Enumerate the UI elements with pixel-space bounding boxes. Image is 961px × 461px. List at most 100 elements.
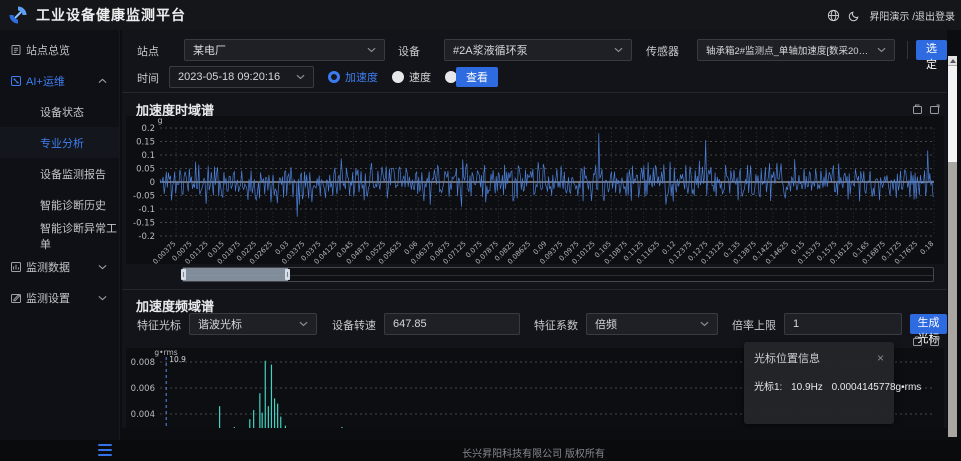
y-tick-label: 0.006 bbox=[131, 384, 155, 394]
sidebar-item-8[interactable]: 监测设置 bbox=[0, 282, 119, 313]
sidebar-item-5[interactable]: 智能诊断历史 bbox=[0, 189, 119, 220]
chevron-up-icon[interactable] bbox=[98, 78, 107, 84]
cursor-entry-value: 0.0004145778g•rms bbox=[832, 382, 922, 393]
restore-icon[interactable] bbox=[912, 336, 923, 347]
close-icon[interactable]: × bbox=[877, 352, 884, 364]
datazoom-selected-range[interactable] bbox=[183, 268, 288, 281]
cursor-entry-freq: 10.9Hz bbox=[791, 382, 823, 393]
chevron-down-icon[interactable] bbox=[98, 295, 107, 301]
analysis-panel: 站点 某电厂 设备 #2A浆液循环泵 传感器 轴承箱2#监测点_单轴加速度[数采… bbox=[122, 30, 947, 428]
device-select-value: #2A浆液循环泵 bbox=[453, 42, 608, 58]
y-tick-label: 0.004 bbox=[131, 410, 155, 420]
y-tick-label: -0.1 bbox=[138, 205, 155, 215]
sidebar-item-label: 设备状态 bbox=[40, 104, 84, 120]
sidebar-item-3[interactable]: 专业分析 bbox=[0, 127, 119, 158]
sidebar-item-2[interactable]: 设备状态 bbox=[0, 96, 119, 127]
sidebar-item-6[interactable]: 智能诊断异常工单 bbox=[0, 220, 119, 251]
time-select[interactable]: 2023-05-18 09:20:16 bbox=[169, 66, 314, 88]
copyright-text: 长兴昇阳科技有限公司 版权所有 bbox=[120, 445, 947, 460]
app-root: 工业设备健康监测平台 昇阳演示 /退出登录 站点总览 AI+运维设备状态专业分析设… bbox=[0, 0, 961, 461]
y-tick-label: 0.05 bbox=[136, 165, 155, 175]
feature-coef-label: 特征系数 bbox=[534, 317, 578, 333]
cursor-info-title: 光标位置信息 bbox=[754, 350, 820, 366]
chart2-toolbox bbox=[912, 336, 940, 347]
sidebar-item-label: 智能诊断历史 bbox=[40, 197, 106, 213]
language-globe-icon[interactable] bbox=[827, 9, 840, 22]
ai-ops-icon bbox=[10, 75, 22, 87]
y-tick-label: -0.05 bbox=[133, 192, 155, 202]
sidebar: 站点总览 AI+运维设备状态专业分析设备监测报告智能诊断历史智能诊断异常工单监测数… bbox=[0, 30, 120, 440]
datazoom-left-handle[interactable] bbox=[181, 269, 186, 280]
chevron-down-icon bbox=[367, 47, 376, 53]
sidebar-item-0[interactable]: 站点总览 bbox=[0, 34, 119, 65]
ratio-limit-label: 倍率上限 bbox=[732, 317, 776, 333]
radio-label-0[interactable]: 加速度 bbox=[345, 69, 378, 85]
demo-account-link[interactable]: 昇阳演示 bbox=[869, 12, 909, 23]
section-divider bbox=[122, 289, 947, 290]
time-select-value: 2023-05-18 09:20:16 bbox=[178, 71, 290, 83]
vertical-scrollbar[interactable] bbox=[948, 56, 957, 437]
generate-cursor-button[interactable]: 生成光标 bbox=[910, 314, 947, 334]
y-tick-label: 0.008 bbox=[131, 358, 155, 368]
monitor-data-icon bbox=[10, 261, 22, 273]
main-content: 站点 某电厂 设备 #2A浆液循环泵 传感器 轴承箱2#监测点_单轴加速度[数采… bbox=[120, 30, 961, 440]
cursor-info-panel: 光标位置信息 × 光标1: 10.9Hz 0.0004145778g•rms bbox=[744, 342, 894, 424]
sidebar-collapse-icon[interactable] bbox=[98, 444, 112, 456]
datazoom-slider[interactable] bbox=[182, 267, 934, 282]
cursor-type-label: 特征光标 bbox=[137, 317, 181, 333]
chevron-down-icon[interactable] bbox=[98, 264, 107, 270]
site-select[interactable]: 某电厂 bbox=[184, 39, 385, 61]
section-divider bbox=[122, 92, 947, 93]
sidebar-item-7[interactable]: 监测数据 bbox=[0, 251, 119, 282]
ratio-limit-input[interactable] bbox=[784, 313, 902, 335]
sidebar-item-label: 设备监测报告 bbox=[40, 166, 106, 182]
monitor-settings-icon bbox=[10, 292, 22, 304]
chevron-down-icon bbox=[700, 321, 709, 327]
y-tick-label: -0.2 bbox=[138, 232, 155, 242]
datazoom-right-handle[interactable] bbox=[285, 269, 290, 280]
save-as-image-icon[interactable] bbox=[929, 104, 940, 115]
device-speed-input[interactable] bbox=[384, 313, 520, 335]
sidebar-item-label: 专业分析 bbox=[40, 135, 84, 151]
restore-icon[interactable] bbox=[912, 104, 923, 115]
cursor-entry-label: 光标1: bbox=[754, 382, 782, 393]
device-select[interactable]: #2A浆液循环泵 bbox=[444, 39, 632, 61]
vertical-scrollbar-thumb[interactable] bbox=[948, 66, 957, 162]
radio-label-1[interactable]: 速度 bbox=[409, 69, 431, 85]
sensor-select-value: 轴承箱2#监测点_单轴加速度[数采20221031001_channel_1] bbox=[706, 43, 871, 57]
site-label: 站点 bbox=[137, 43, 159, 59]
time-label: 时间 bbox=[137, 70, 159, 86]
sidebar-item-1[interactable]: AI+运维 bbox=[0, 65, 119, 96]
save-as-image-icon[interactable] bbox=[929, 336, 940, 347]
feature-coef-value: 倍频 bbox=[595, 316, 694, 332]
datazoom-track-line bbox=[183, 275, 933, 276]
radio-1[interactable] bbox=[392, 71, 404, 83]
feature-coef-select[interactable]: 倍频 bbox=[586, 313, 718, 335]
x-tick-label: 0.18 bbox=[919, 240, 936, 257]
overview-icon bbox=[10, 44, 22, 56]
sensor-select[interactable]: 轴承箱2#监测点_单轴加速度[数采20221031001_channel_1] bbox=[697, 39, 895, 61]
app-header: 工业设备健康监测平台 昇阳演示 /退出登录 bbox=[0, 0, 961, 30]
y-tick-label: 0.15 bbox=[136, 138, 155, 148]
time-domain-chart[interactable]: 0.003750.00750.011250.0150.018750.02250.… bbox=[126, 116, 944, 264]
radio-0-selected[interactable] bbox=[328, 71, 340, 83]
logout-link[interactable]: /退出登录 bbox=[912, 12, 955, 23]
confirm-select-button[interactable]: 选定 bbox=[916, 40, 947, 60]
page-title: 工业设备健康监测平台 bbox=[36, 5, 186, 25]
cursor-type-value: 谐波光标 bbox=[198, 316, 293, 332]
y-tick-label: -0.15 bbox=[133, 219, 155, 229]
y-tick-label: 0.1 bbox=[141, 151, 155, 161]
sidebar-item-label: AI+运维 bbox=[26, 73, 65, 89]
view-button[interactable]: 查看 bbox=[456, 67, 498, 87]
theme-moon-icon[interactable] bbox=[848, 9, 861, 22]
filter-divider bbox=[907, 41, 908, 59]
chevron-down-icon bbox=[877, 47, 886, 53]
cursor-type-select[interactable]: 谐波光标 bbox=[189, 313, 317, 335]
scroll-up-arrow[interactable] bbox=[948, 56, 957, 65]
sidebar-item-4[interactable]: 设备监测报告 bbox=[0, 158, 119, 189]
brand-logo-icon bbox=[8, 5, 28, 25]
chevron-down-icon bbox=[296, 74, 305, 80]
y-axis-unit: g bbox=[157, 116, 162, 125]
chart1-toolbox bbox=[912, 104, 940, 115]
sidebar-item-label: 智能诊断异常工单 bbox=[40, 220, 119, 252]
